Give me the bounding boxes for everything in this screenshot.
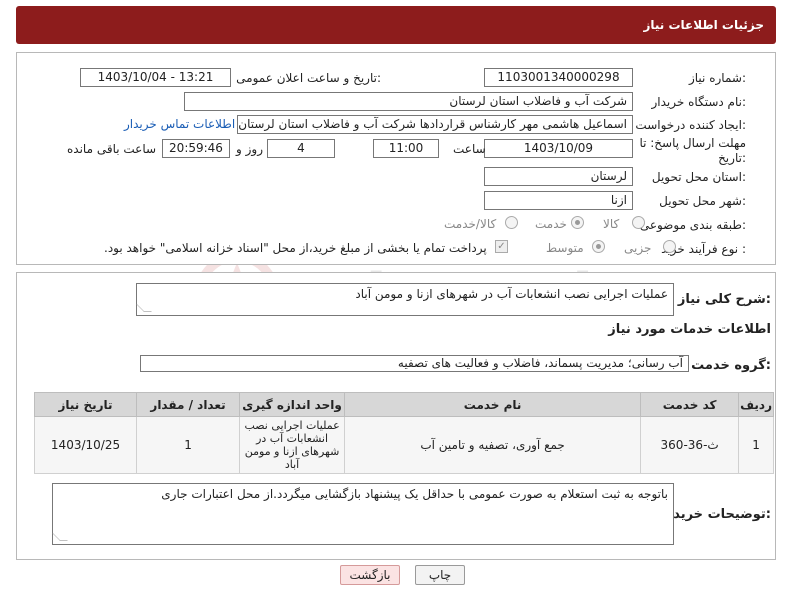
- page-header: جزئیات اطلاعات نیاز: [16, 6, 776, 44]
- buyer-notes-label: توضیحات خریدار:: [661, 507, 771, 522]
- category-goods-service-radio[interactable]: [505, 216, 518, 229]
- province-label: استان محل تحویل:: [651, 170, 746, 184]
- buyer-contact-link[interactable]: اطلاعات تماس خریدار: [124, 117, 235, 131]
- deadline-label: مهلت ارسال پاسخ: تا تاریخ:: [626, 136, 746, 166]
- province-field: لرستان: [484, 167, 633, 186]
- col-date-header: تاریخ نیاز: [33, 392, 138, 417]
- print-button[interactable]: چاپ: [415, 565, 465, 585]
- summary-text: عملیات اجرایی نصب انشعابات آب در شهرهای …: [355, 287, 668, 301]
- category-goods-label: کالا: [603, 217, 620, 231]
- buyer-notes-text: باتوجه به ثبت استعلام به صورت عمومی با ح…: [161, 487, 668, 501]
- cell-code: ث-36-360: [640, 416, 740, 474]
- purchase-minor-label: جزیی: [624, 241, 652, 255]
- days-remaining-field: 4: [267, 139, 335, 158]
- deadline-time-field: 11:00: [373, 139, 439, 158]
- services-section-title: اطلاعات خدمات مورد نیاز: [608, 322, 771, 337]
- back-button[interactable]: بازگشت: [340, 565, 400, 585]
- deadline-time-label: ساعت: [453, 142, 486, 156]
- col-qty-header: تعداد / مقدار: [136, 392, 241, 417]
- purchase-minor-radio[interactable]: [663, 240, 676, 253]
- buyer-org-field: شرکت آب و فاضلاب استان لرستان: [184, 92, 633, 111]
- page-title: جزئیات اطلاعات نیاز: [643, 18, 764, 32]
- need-number-label: شماره نیاز:: [688, 71, 746, 85]
- city-field: ازنا: [484, 191, 633, 210]
- requester-label: ایجاد کننده درخواست:: [635, 118, 746, 132]
- treasury-payment-checkbox[interactable]: ✓: [495, 240, 508, 253]
- cell-qty: 1: [136, 416, 241, 474]
- buyer-org-label: نام دستگاه خریدار:: [651, 95, 747, 109]
- cell-unit: عملیات اجرایی نصب انشعابات آب در شهرهای …: [239, 416, 346, 474]
- cell-row: 1: [738, 416, 774, 474]
- need-number-field: 1103001340000298: [484, 68, 633, 87]
- time-remaining-label: ساعت باقی مانده: [67, 142, 157, 156]
- col-name-header: نام خدمت: [344, 392, 642, 417]
- purchase-medium-label: متوسط: [546, 241, 584, 255]
- cell-date: 1403/10/25: [33, 416, 138, 474]
- treasury-payment-note: پرداخت تمام یا بخشی از مبلغ خرید،از محل …: [104, 241, 487, 255]
- announce-datetime-field: 1403/10/04 - 13:21: [80, 68, 231, 87]
- days-label: روز و: [236, 142, 263, 156]
- category-goods-radio[interactable]: [632, 216, 645, 229]
- requester-field: اسماعیل هاشمی مهر کارشناس قراردادها شرکت…: [237, 115, 633, 134]
- resize-grip[interactable]: [52, 533, 68, 541]
- category-service-label: خدمت: [535, 217, 567, 231]
- service-group-field: آب رسانی؛ مدیریت پسماند، فاضلاب و فعالیت…: [140, 355, 689, 372]
- category-service-radio[interactable]: [571, 216, 584, 229]
- table-header-row: ردیف کد خدمت نام خدمت واحد اندازه گیری ت…: [33, 392, 774, 417]
- services-table: ردیف کد خدمت نام خدمت واحد اندازه گیری ت…: [33, 392, 774, 474]
- deadline-date-field: 1403/10/09: [484, 139, 633, 158]
- col-row-header: ردیف: [738, 392, 774, 417]
- resize-grip[interactable]: [136, 304, 152, 312]
- category-label: طبقه بندی موضوعی:: [639, 218, 746, 232]
- deadline-label-text: مهلت ارسال پاسخ: تا تاریخ:: [639, 136, 746, 165]
- col-code-header: کد خدمت: [640, 392, 740, 417]
- col-unit-header: واحد اندازه گیری: [239, 392, 346, 417]
- category-goods-service-label: کالا/خدمت: [444, 217, 497, 231]
- city-label: شهر محل تحویل:: [659, 194, 746, 208]
- purchase-medium-radio[interactable]: [592, 240, 605, 253]
- cell-name: جمع آوری، تصفیه و تامین آب: [344, 416, 642, 474]
- time-remaining-field: 20:59:46: [162, 139, 230, 158]
- announce-datetime-label: تاریخ و ساعت اعلان عمومی:: [236, 71, 381, 85]
- buyer-notes-field: باتوجه به ثبت استعلام به صورت عمومی با ح…: [52, 483, 674, 545]
- service-group-label: گروه خدمت:: [691, 358, 771, 373]
- table-row: 1 ث-36-360 جمع آوری، تصفیه و تامین آب عم…: [33, 416, 774, 474]
- summary-field: عملیات اجرایی نصب انشعابات آب در شهرهای …: [136, 283, 674, 316]
- summary-label: شرح کلی نیاز:: [677, 292, 771, 307]
